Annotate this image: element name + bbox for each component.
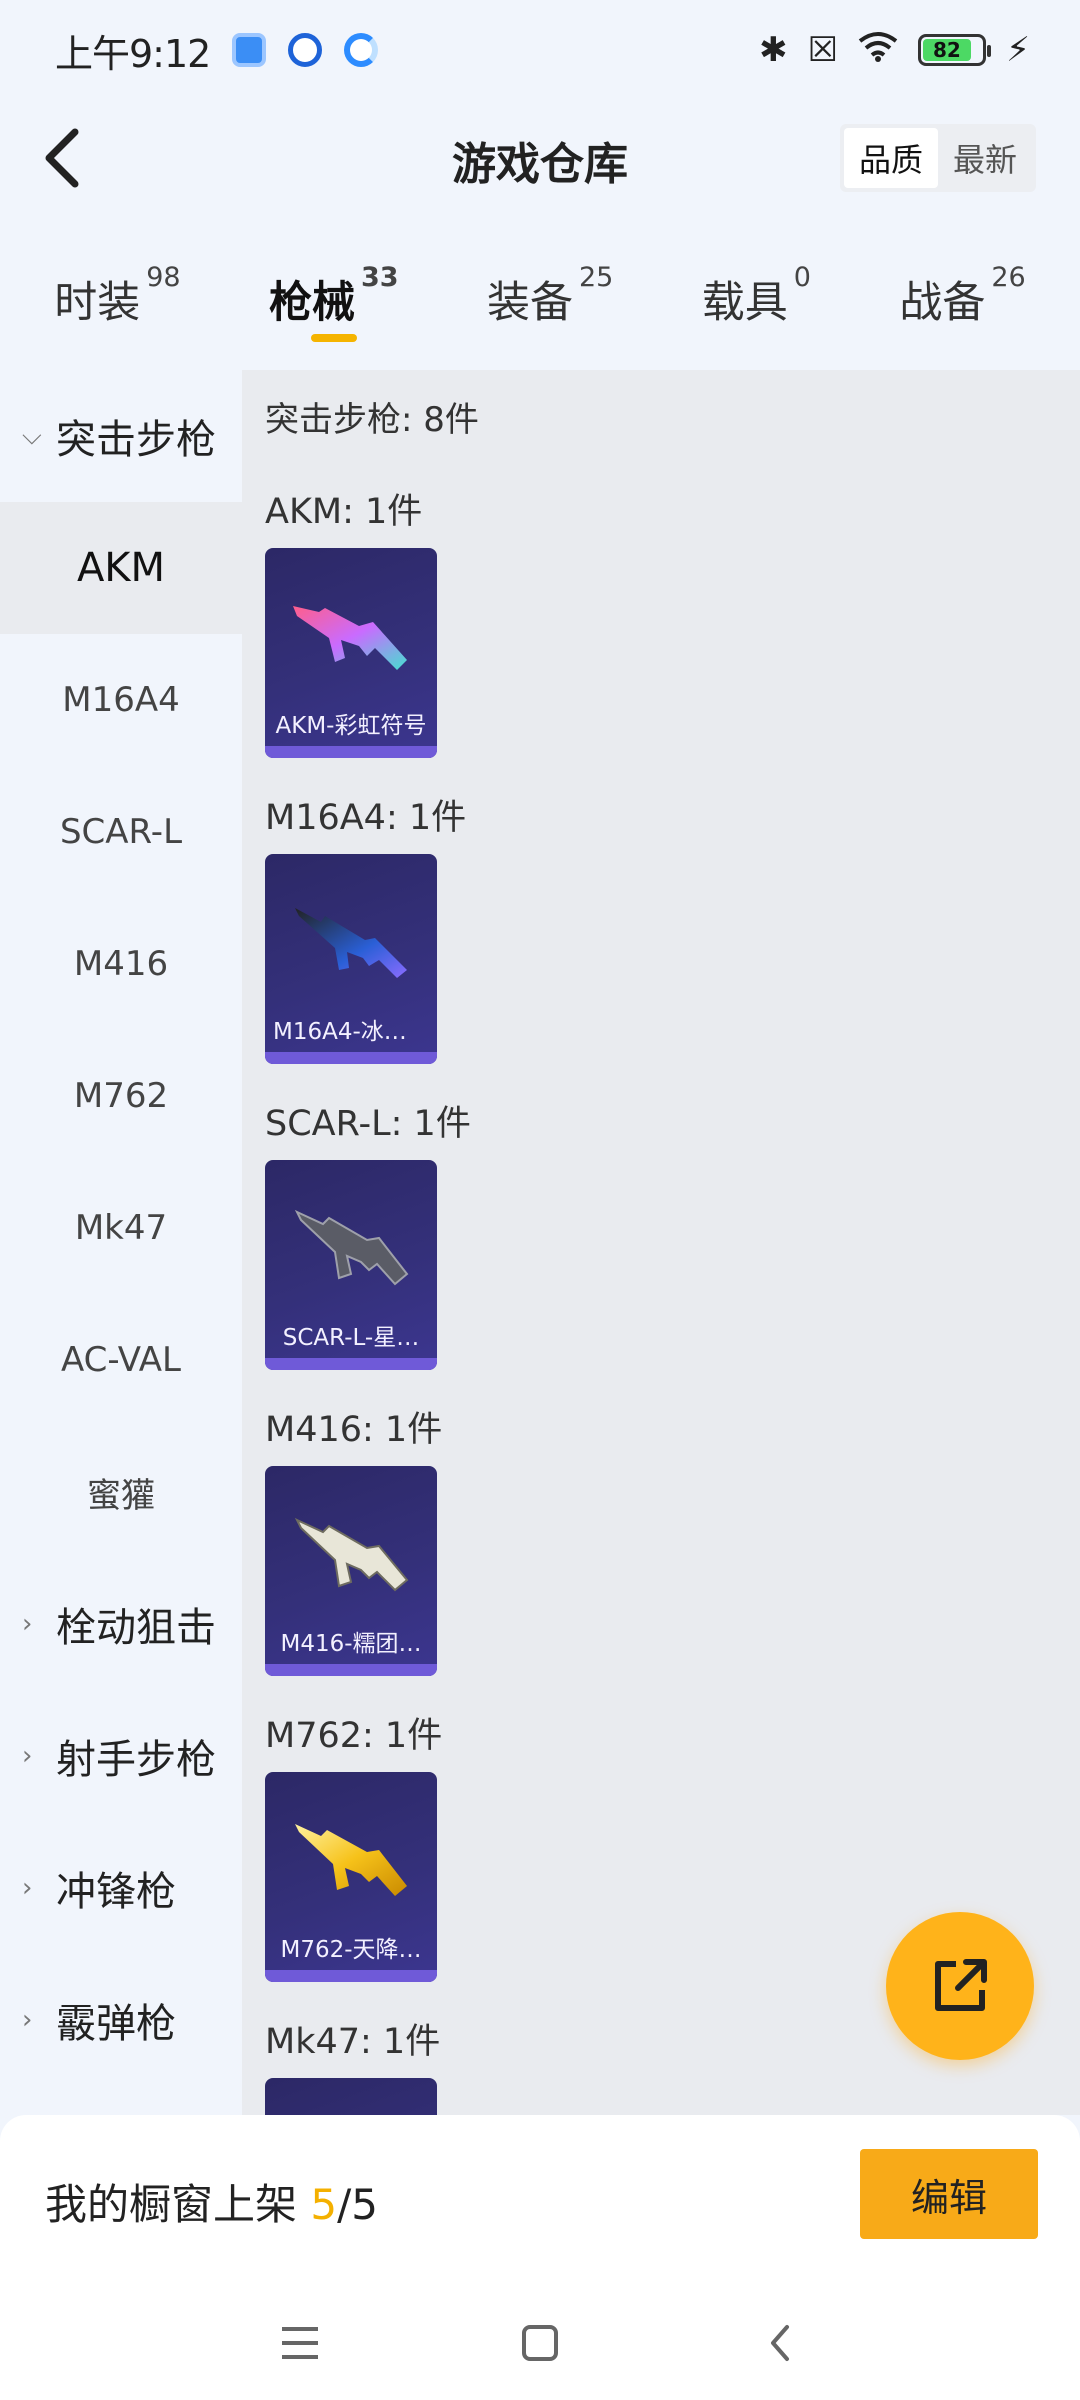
no-sim-icon: ☒ — [807, 30, 839, 70]
battery-level: 82 — [923, 38, 971, 62]
rifle-icon — [294, 1517, 409, 1592]
tab-fashion[interactable]: 时装 98 — [54, 250, 180, 360]
skin-card-m416[interactable]: M416-糯团… — [265, 1466, 437, 1676]
tab-count: 26 — [991, 262, 1026, 293]
section-title-m416: M416: 1件 — [265, 1409, 443, 1450]
showcase-count-total: /5 — [337, 2180, 378, 2229]
tab-count: 33 — [360, 262, 399, 293]
tab-label: 装备 — [486, 278, 573, 328]
showcase-label: 我的橱窗上架 5/5 — [45, 2171, 378, 2232]
sort-toggle: 品质 最新 — [840, 124, 1036, 192]
skin-card-m16a4[interactable]: M16A4-冰河… — [265, 854, 437, 1064]
sidebar-group-marksman[interactable]: › 射手步枪 — [0, 1690, 242, 1822]
tab-label: 载具 — [701, 278, 788, 328]
sidebar-group-label: 突击步枪 — [56, 417, 216, 463]
weapon-list: 突击步枪: 8件 AKM: 1件 AKM-彩虹符号 M16A4: 1件 M16A… — [242, 370, 1080, 2115]
sidebar-item-akm[interactable]: AKM — [0, 502, 242, 634]
back-nav-button[interactable] — [740, 2303, 820, 2383]
sidebar-group-label: 射手步枪 — [56, 1737, 216, 1783]
sidebar-group-label: 栓动狙击 — [56, 1605, 216, 1651]
header: 游戏仓库 品质 最新 — [0, 100, 1080, 215]
sidebar-item-m16a4[interactable]: M16A4 — [0, 634, 242, 766]
sidebar-group-assault-rifles[interactable]: ⌵ 突击步枪 — [0, 370, 242, 502]
chevron-down-icon: ⌵ — [22, 420, 42, 451]
skin-card-akm[interactable]: AKM-彩虹符号 — [265, 548, 437, 758]
menu-nav-button[interactable] — [260, 2303, 340, 2383]
status-time: 上午9:12 — [55, 31, 211, 76]
location-app-icon — [288, 33, 323, 67]
sidebar-item-scar-l[interactable]: SCAR-L — [0, 766, 242, 898]
sort-quality-button[interactable]: 品质 — [844, 128, 938, 188]
rifle-icon — [294, 1209, 409, 1286]
sidebar-item-ac-val[interactable]: AC-VAL — [0, 1294, 242, 1426]
sidebar-group-bolt-action[interactable]: › 栓动狙击 — [0, 1558, 242, 1690]
tab-active-indicator — [310, 334, 357, 342]
showcase-bar: 我的橱窗上架 5/5 编辑 — [0, 2115, 1080, 2285]
category-summary: 突击步枪: 8件 — [265, 400, 479, 440]
sidebar-item-honey-badger[interactable]: 蜜獾 — [0, 1426, 242, 1558]
tab-vehicles[interactable]: 载具 0 — [702, 250, 811, 360]
home-icon — [522, 2324, 558, 2361]
menu-icon — [282, 2326, 318, 2359]
rarity-bar — [265, 746, 437, 758]
tab-count: 98 — [146, 262, 181, 293]
skin-name: SCAR-L-星… — [282, 1325, 420, 1351]
skin-card-scar-l[interactable]: SCAR-L-星… — [265, 1160, 437, 1370]
share-fab-button[interactable] — [886, 1912, 1034, 2060]
chevron-right-icon: › — [22, 1741, 33, 1771]
sidebar-group-label: 冲锋枪 — [56, 1869, 176, 1915]
tab-supplies[interactable]: 战备 26 — [899, 250, 1025, 360]
category-tabs: 时装 98 枪械 33 装备 25 载具 0 战备 26 — [0, 250, 1080, 360]
rarity-bar — [265, 1970, 437, 1982]
skin-card-m762[interactable]: M762-天降… — [265, 1772, 437, 1982]
status-bar: 上午9:12 ✱ ☒ 82 ⚡ — [0, 0, 1080, 100]
rarity-bar — [265, 1052, 437, 1064]
tab-label: 战备 — [899, 278, 986, 328]
section-title-m762: M762: 1件 — [265, 1715, 443, 1756]
rifle-icon — [293, 606, 407, 670]
browser-app-icon — [344, 33, 379, 67]
skin-name: M416-糯团… — [280, 1631, 422, 1657]
tab-equipment[interactable]: 装备 25 — [487, 250, 613, 360]
sidebar-group-smg[interactable]: › 冲锋枪 — [0, 1822, 242, 1954]
rarity-bar — [265, 1358, 437, 1370]
chevron-right-icon: › — [22, 1609, 33, 1639]
section-title-m16a4: M16A4: 1件 — [265, 797, 467, 838]
skin-name: M762-天降… — [280, 1937, 422, 1963]
tab-count: 25 — [578, 262, 614, 293]
tab-count: 0 — [793, 262, 811, 293]
back-icon — [771, 2324, 789, 2361]
rifle-icon — [295, 908, 407, 978]
skin-name: AKM-彩虹符号 — [275, 713, 427, 739]
sort-newest-button[interactable]: 最新 — [938, 128, 1032, 188]
tab-label: 枪械 — [268, 278, 355, 328]
sidebar-item-mk47[interactable]: Mk47 — [0, 1162, 242, 1294]
sidebar-group-label: 霰弹枪 — [56, 2001, 176, 2047]
bluetooth-icon: ✱ — [759, 30, 788, 70]
sidebar-group-shotgun[interactable]: › 霰弹枪 — [0, 1954, 242, 2086]
showcase-text: 我的橱窗上架 — [45, 2180, 298, 2229]
rifle-icon — [295, 1824, 407, 1896]
share-icon — [935, 1959, 987, 2011]
edit-button[interactable]: 编辑 — [860, 2149, 1038, 2239]
tab-firearms[interactable]: 枪械 33 — [269, 250, 399, 360]
home-nav-button[interactable] — [500, 2303, 580, 2383]
section-title-scar-l: SCAR-L: 1件 — [265, 1103, 471, 1144]
weapon-category-sidebar: ⌵ 突击步枪 AKM M16A4 SCAR-L M416 M762 Mk47 A… — [0, 370, 242, 2115]
sidebar-item-m762[interactable]: M762 — [0, 1030, 242, 1162]
chevron-right-icon: › — [22, 1873, 33, 1903]
system-nav-bar — [0, 2285, 1080, 2400]
skin-card-mk47[interactable] — [265, 2078, 437, 2115]
showcase-count-current: 5 — [310, 2180, 338, 2229]
sidebar-item-m416[interactable]: M416 — [0, 898, 242, 1030]
rarity-bar — [265, 1664, 437, 1676]
wifi-icon — [858, 30, 898, 71]
battery-icon: 82 — [918, 34, 992, 66]
wallet-app-icon — [232, 33, 267, 67]
charging-icon: ⚡ — [1006, 30, 1030, 70]
chevron-right-icon: › — [22, 2005, 33, 2035]
section-title-akm: AKM: 1件 — [265, 491, 423, 532]
tab-label: 时装 — [54, 278, 141, 328]
skin-name: M16A4-冰河… — [273, 1019, 430, 1045]
